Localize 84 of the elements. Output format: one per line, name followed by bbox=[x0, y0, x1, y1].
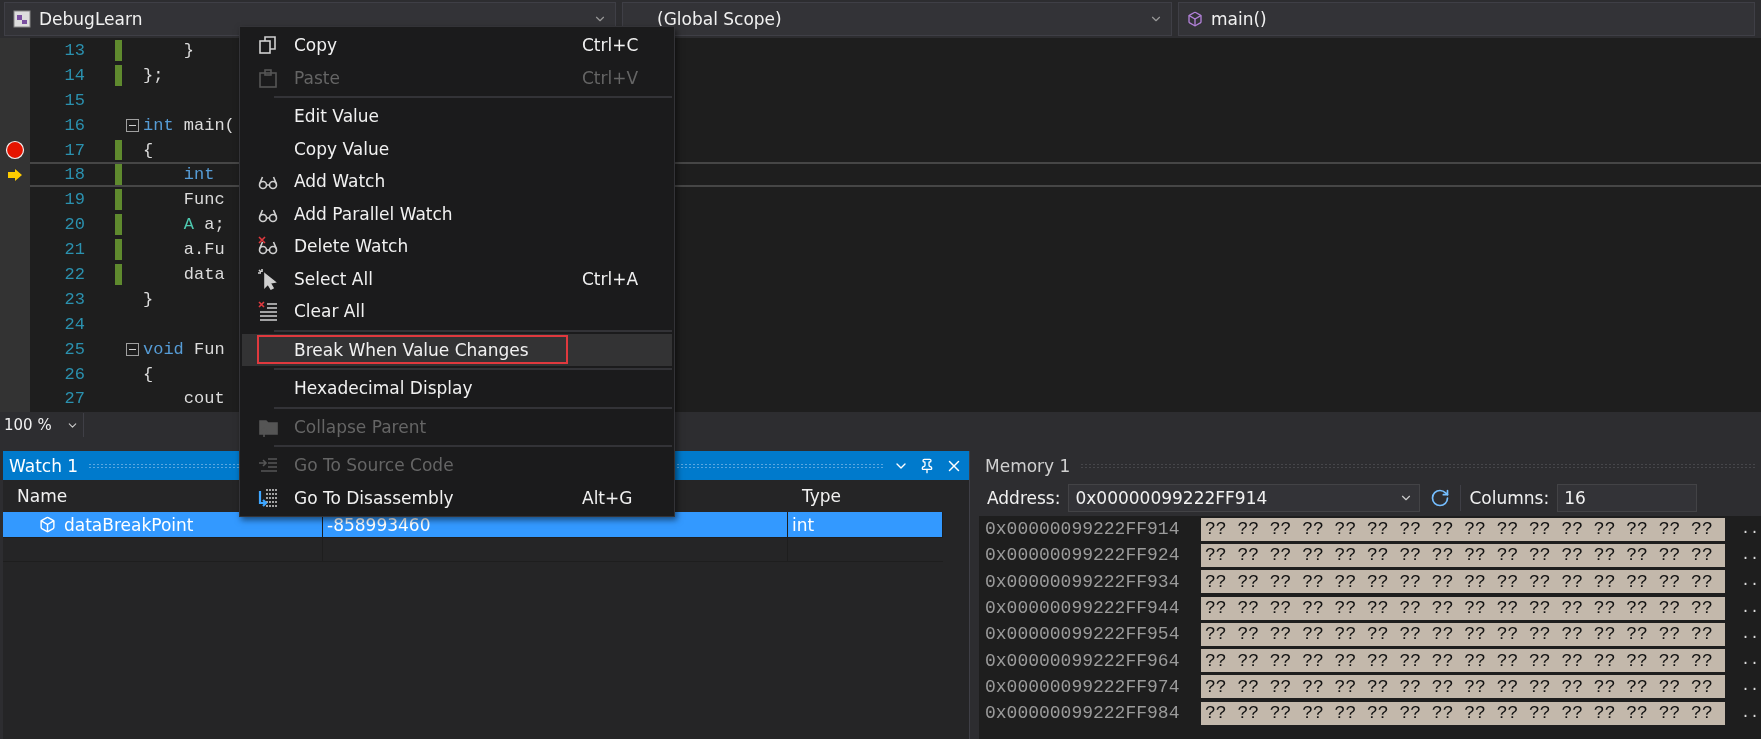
columns-field[interactable]: 16 bbox=[1557, 484, 1698, 512]
memory-ascii: .. bbox=[1741, 573, 1759, 591]
columns-label: Columns: bbox=[1469, 488, 1550, 508]
type-cell: int bbox=[788, 512, 943, 538]
line-number: 15 bbox=[63, 90, 85, 110]
memory-address: 0x00000099222FF934 bbox=[985, 571, 1181, 592]
code-line: int main( bbox=[143, 115, 235, 135]
memory-ascii: .. bbox=[1741, 546, 1759, 564]
variable-icon bbox=[39, 516, 56, 533]
code-line: cout bbox=[182, 389, 225, 409]
menu-item[interactable]: Add Parallel Watch bbox=[242, 197, 672, 230]
memory-ascii: .. bbox=[1741, 678, 1759, 696]
code-line: } bbox=[143, 289, 154, 309]
menu-item[interactable]: Hexadecimal Display bbox=[242, 372, 672, 405]
memory-bytes: ?? ?? ?? ?? ?? ?? ?? ?? ?? ?? ?? ?? ?? ?? ?? ?? bbox=[1201, 543, 1725, 567]
code-line: { bbox=[143, 364, 154, 384]
memory-address: 0x00000099222FF954 bbox=[985, 624, 1181, 645]
memory-address: 0x00000099222FF944 bbox=[985, 598, 1181, 619]
breakpoint-icon[interactable] bbox=[5, 140, 25, 160]
line-number: 21 bbox=[63, 240, 85, 260]
code-line: data bbox=[182, 264, 225, 284]
code-line: A a; bbox=[182, 215, 225, 235]
menu-item[interactable]: Edit Value bbox=[242, 100, 672, 133]
memory-ascii: .. bbox=[1741, 625, 1759, 643]
pin-icon[interactable] bbox=[919, 457, 935, 474]
memory-address: 0x00000099222FF914 bbox=[985, 519, 1181, 540]
menu-item[interactable]: Copy Value bbox=[242, 132, 672, 165]
address-field[interactable]: 0x00000099222FF914 bbox=[1068, 484, 1421, 512]
clipboard-icon bbox=[257, 66, 279, 89]
memory-bytes: ?? ?? ?? ?? ?? ?? ?? ?? ?? ?? ?? ?? ?? ?? ?? ?? bbox=[1201, 517, 1725, 541]
cube-icon bbox=[1187, 11, 1203, 27]
function-dropdown[interactable]: main() bbox=[1178, 2, 1755, 36]
memory-bytes: ?? ?? ?? ?? ?? ?? ?? ?? ?? ?? ?? ?? ?? ?? ?? ?? bbox=[1201, 622, 1725, 646]
code-line: a.Fu bbox=[182, 240, 225, 260]
line-number: 24 bbox=[63, 314, 85, 334]
panel-title: Watch 1 bbox=[9, 455, 79, 476]
memory-address: 0x00000099222FF984 bbox=[985, 703, 1181, 724]
memory-address: 0x00000099222FF974 bbox=[985, 676, 1181, 697]
memory-bytes: ?? ?? ?? ?? ?? ?? ?? ?? ?? ?? ?? ?? ?? ?? ?? ?? bbox=[1201, 649, 1725, 673]
menu-item[interactable]: Clear All bbox=[242, 295, 672, 328]
line-number: 26 bbox=[63, 364, 85, 384]
memory-address: 0x00000099222FF964 bbox=[985, 650, 1181, 671]
collapse-icon[interactable] bbox=[126, 118, 139, 132]
memory-bytes: ?? ?? ?? ?? ?? ?? ?? ?? ?? ?? ?? ?? ?? ?? ?? ?? bbox=[1201, 701, 1725, 725]
memory-bytes: ?? ?? ?? ?? ?? ?? ?? ?? ?? ?? ?? ?? ?? ?? ?? ?? bbox=[1201, 596, 1725, 620]
menu-item[interactable]: Go To Disassembly Alt+G bbox=[242, 481, 672, 514]
code-line: int bbox=[182, 165, 215, 185]
memory-ascii: .. bbox=[1741, 652, 1759, 670]
code-line: Func bbox=[182, 190, 225, 210]
code-line: { bbox=[143, 140, 154, 160]
project-icon bbox=[13, 10, 31, 28]
pointer-icon bbox=[257, 267, 279, 290]
code-line: } bbox=[182, 40, 194, 60]
menu-item[interactable]: Add Watch bbox=[242, 165, 672, 198]
menu-item[interactable]: Break When Value Changes bbox=[242, 333, 672, 366]
code-line: }; bbox=[143, 65, 164, 85]
copy-icon bbox=[257, 34, 279, 57]
panel-title: Memory 1 bbox=[985, 455, 1071, 476]
memory-ascii: .. bbox=[1741, 704, 1759, 722]
line-number: 25 bbox=[63, 339, 85, 359]
line-number: 13 bbox=[63, 40, 85, 60]
code-line: void Fun bbox=[143, 339, 225, 359]
line-number: 20 bbox=[63, 215, 85, 235]
line-number: 14 bbox=[63, 65, 85, 85]
memory-ascii: .. bbox=[1741, 599, 1759, 617]
memory-bytes: ?? ?? ?? ?? ?? ?? ?? ?? ?? ?? ?? ?? ?? ?? ?? ?? bbox=[1201, 675, 1725, 699]
address-label: Address: bbox=[987, 488, 1061, 508]
line-number: 27 bbox=[63, 389, 85, 409]
column-header[interactable]: Type bbox=[788, 480, 943, 512]
line-number: 19 bbox=[63, 190, 85, 210]
disassembly-icon bbox=[257, 486, 279, 509]
menu-item[interactable]: Delete Watch bbox=[242, 230, 672, 263]
memory-bytes: ?? ?? ?? ?? ?? ?? ?? ?? ?? ?? ?? ?? ?? ?? ?? ?? bbox=[1201, 570, 1725, 594]
list-x-icon bbox=[257, 300, 279, 323]
memory-address: 0x00000099222FF924 bbox=[985, 545, 1181, 566]
line-number: 22 bbox=[63, 264, 85, 284]
line-number: 23 bbox=[63, 289, 85, 309]
scope-dropdown[interactable]: (Global Scope) bbox=[622, 2, 1172, 36]
line-number: 17 bbox=[63, 140, 85, 160]
menu-item[interactable]: Select All Ctrl+A bbox=[242, 262, 672, 295]
line-number: 18 bbox=[63, 165, 85, 185]
line-number: 16 bbox=[63, 115, 85, 135]
memory-ascii: .. bbox=[1741, 520, 1759, 538]
collapse-icon[interactable] bbox=[126, 342, 139, 356]
